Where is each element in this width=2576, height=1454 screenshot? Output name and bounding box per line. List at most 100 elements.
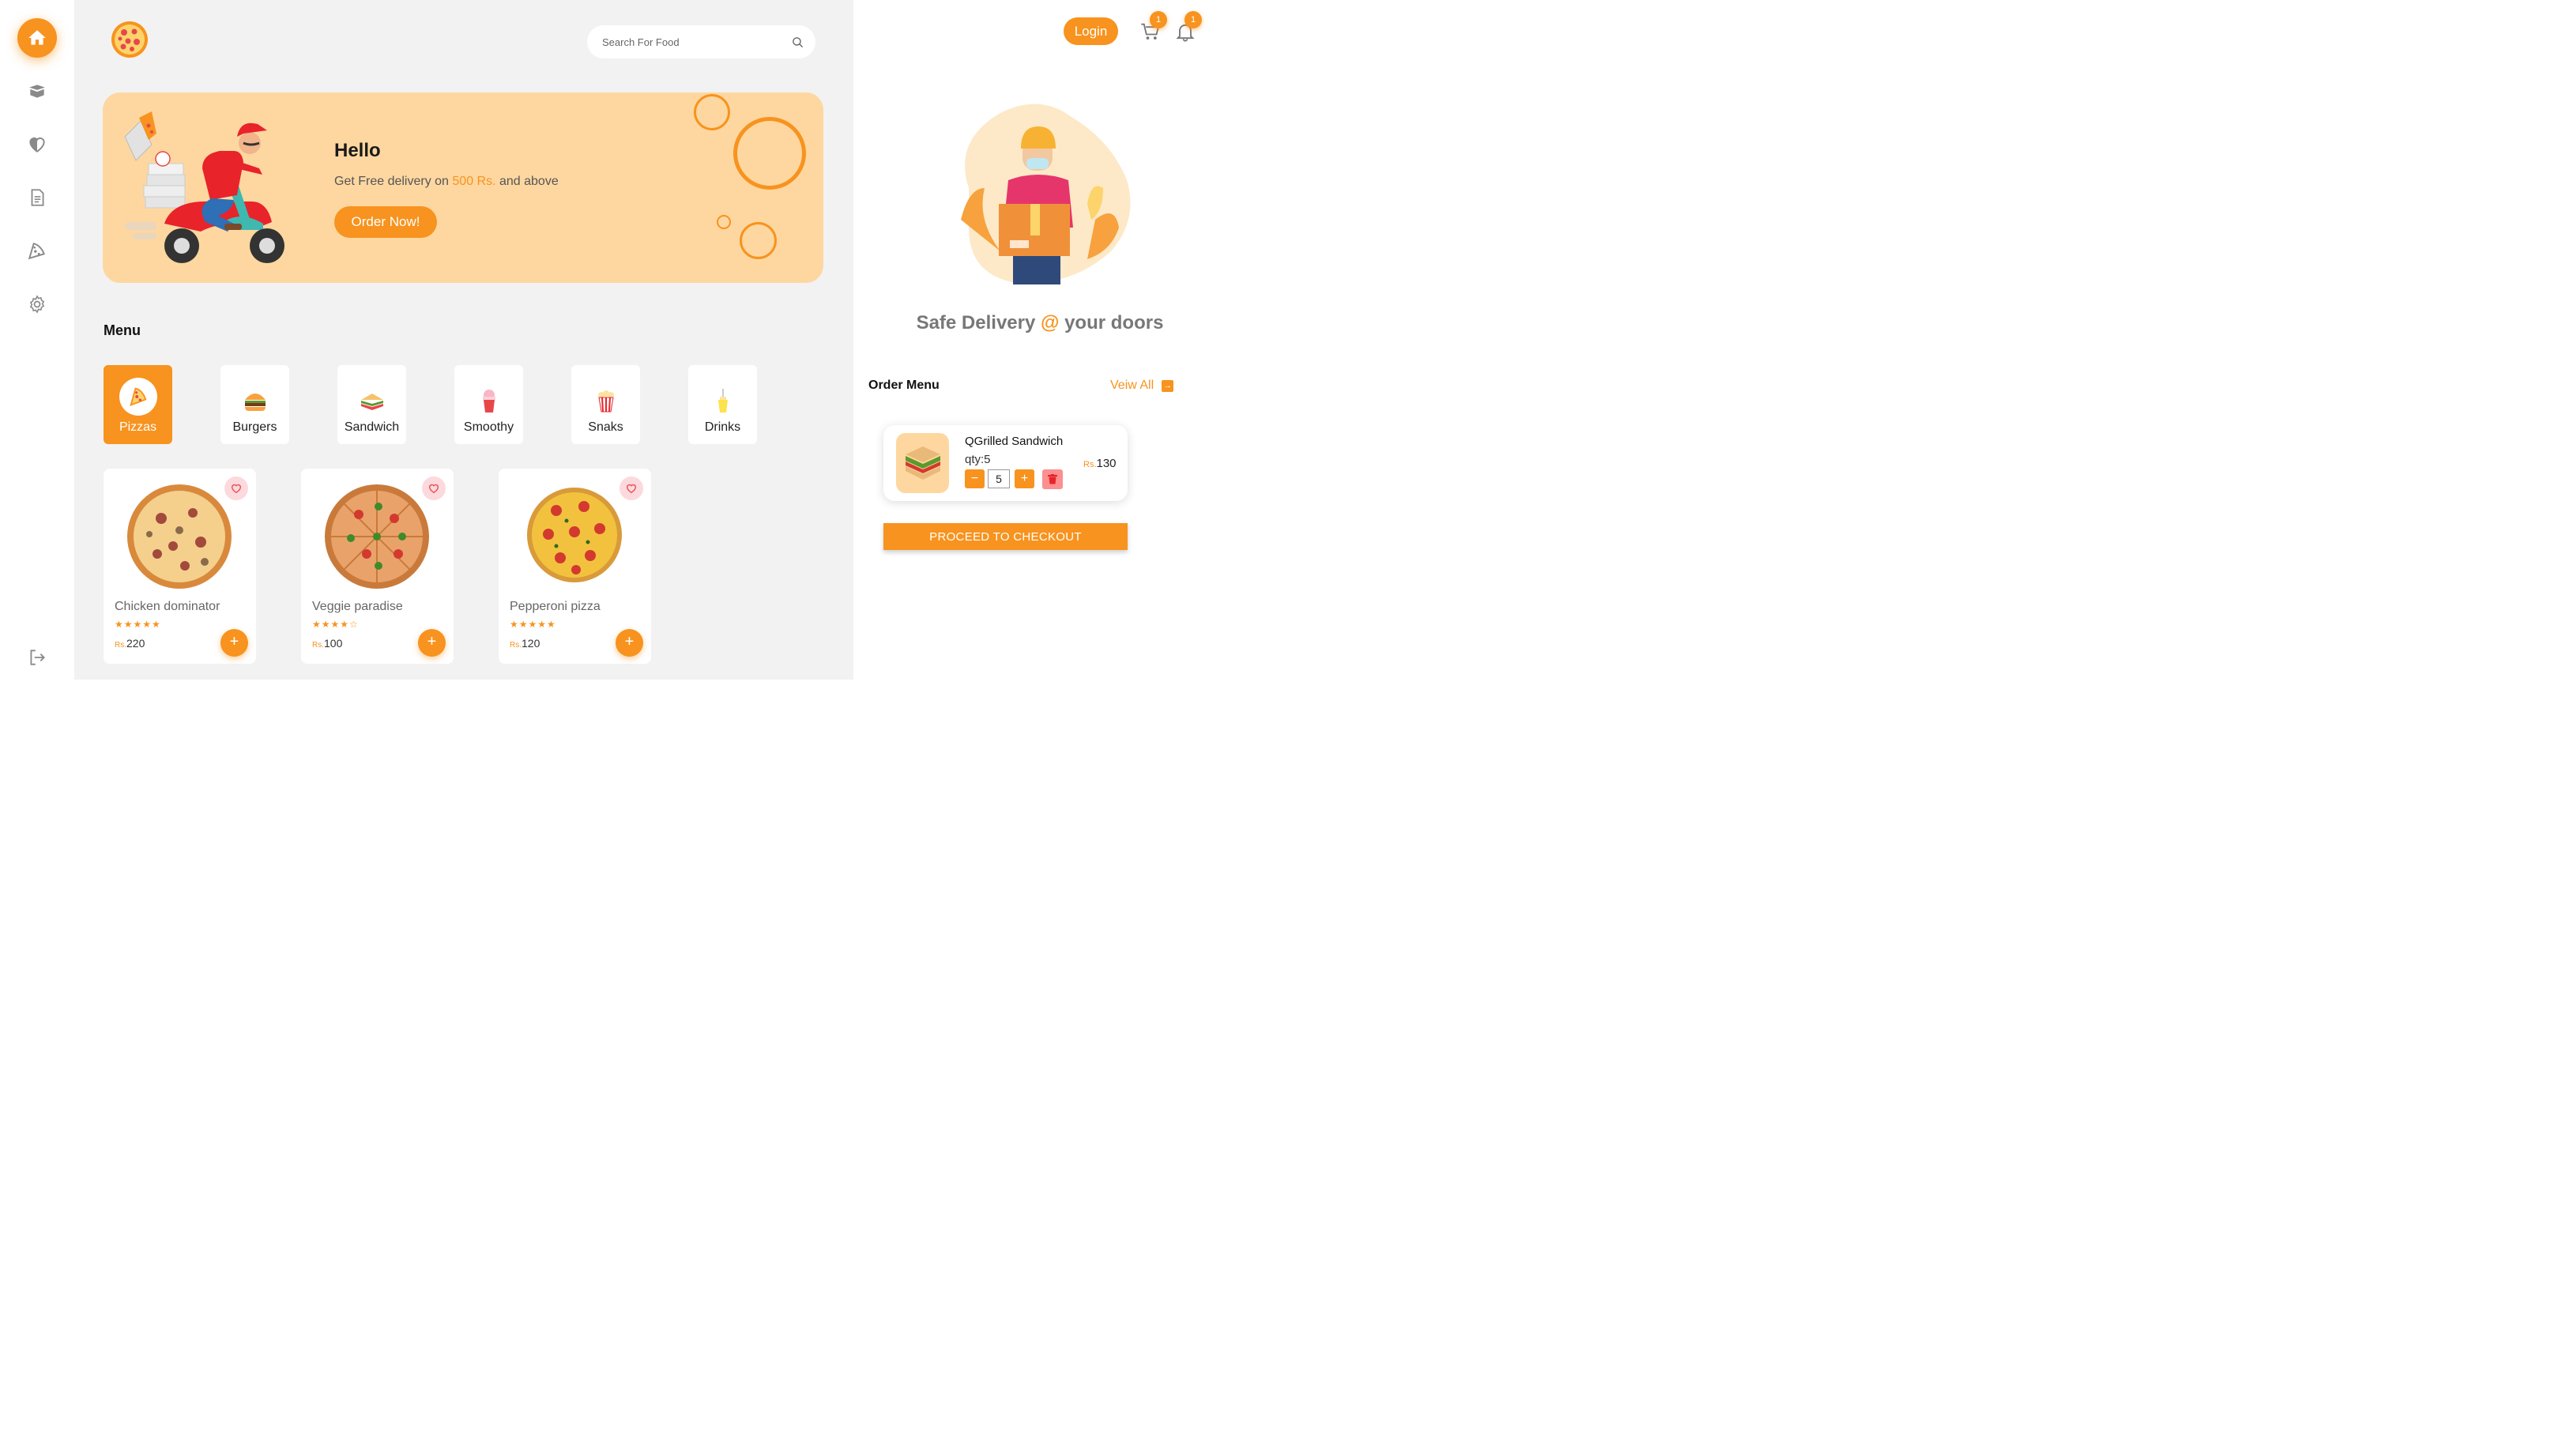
- sidebar-item-settings[interactable]: [17, 284, 57, 324]
- popcorn-icon: [587, 382, 625, 420]
- delivery-scooter-illustration: [124, 111, 284, 263]
- hero-banner: Hello Get Free delivery on 500 Rs. and a…: [103, 92, 823, 283]
- currency: Rs.: [312, 641, 324, 650]
- heart-icon: [231, 484, 242, 494]
- product-card[interactable]: Chicken dominator ★★★★★ Rs.220 +: [104, 469, 256, 664]
- product-price: Rs.120: [510, 637, 540, 650]
- pizza-image: [127, 484, 232, 589]
- gear-icon: [29, 295, 45, 314]
- pizza-logo[interactable]: [111, 21, 149, 58]
- view-all-link[interactable]: Veiw All →: [1110, 379, 1174, 393]
- category-sandwich[interactable]: Sandwich: [337, 365, 406, 444]
- price-value: 120: [522, 637, 540, 650]
- category-label: Sandwich: [344, 420, 400, 434]
- price-value: 100: [324, 637, 343, 650]
- favorite-button[interactable]: [422, 477, 446, 500]
- category-smoothy[interactable]: Smoothy: [454, 365, 523, 444]
- sidebar-item-home[interactable]: [17, 18, 57, 58]
- price-value: 220: [126, 637, 145, 650]
- logout-button[interactable]: [17, 638, 57, 677]
- add-to-cart-button[interactable]: +: [220, 629, 248, 657]
- heart-icon: [626, 484, 637, 494]
- product-name: Chicken dominator: [115, 600, 220, 613]
- safe-delivery-illustration: [961, 104, 1131, 284]
- product-card[interactable]: Veggie paradise ★★★★☆ Rs.100 +: [301, 469, 454, 664]
- product-name: Pepperoni pizza: [510, 600, 601, 613]
- sidebar-item-orders[interactable]: [17, 71, 57, 111]
- drink-icon: [704, 382, 742, 420]
- search-input[interactable]: [602, 36, 791, 48]
- order-item-thumbnail: [896, 433, 949, 493]
- delete-item-button[interactable]: [1042, 469, 1063, 489]
- category-pizzas[interactable]: Pizzas: [104, 365, 172, 444]
- pizza-image: [325, 484, 429, 589]
- tagline-text: Safe Delivery: [916, 312, 1041, 333]
- product-rating: ★★★★★: [115, 619, 161, 630]
- order-item-price: Rs.130: [1083, 457, 1117, 470]
- menu-title: Menu: [104, 322, 141, 338]
- favorite-button[interactable]: [620, 477, 643, 500]
- order-item-name: QGrilled Sandwich: [965, 435, 1064, 448]
- decor-ring: [733, 117, 806, 190]
- order-menu-title: Order Menu: [868, 379, 940, 392]
- logout-icon: [30, 650, 45, 665]
- add-to-cart-button[interactable]: +: [418, 629, 446, 657]
- login-button[interactable]: Login: [1064, 17, 1118, 45]
- smoothy-icon: [470, 382, 508, 420]
- burger-icon: [236, 382, 274, 420]
- pizza-slice-icon: [28, 243, 45, 260]
- category-label: Drinks: [704, 420, 741, 434]
- tagline-text-end: your doors: [1059, 312, 1164, 333]
- hero-title: Hello: [334, 140, 381, 161]
- category-label: Snaks: [588, 420, 623, 434]
- sidebar: [0, 0, 74, 689]
- safe-delivery-tagline: Safe Delivery @ your doors: [853, 312, 1226, 334]
- pizza-image: [527, 488, 622, 582]
- hero-subtitle: Get Free delivery on 500 Rs. and above: [334, 175, 559, 189]
- product-card[interactable]: Pepperoni pizza ★★★★★ Rs.120 +: [499, 469, 651, 664]
- category-label: Pizzas: [119, 420, 157, 434]
- increase-qty-button[interactable]: +: [1015, 469, 1034, 488]
- checkout-button[interactable]: PROCEED TO CHECKOUT: [883, 523, 1128, 550]
- sandwich-image: [905, 446, 940, 480]
- arrow-right-icon: →: [1162, 379, 1174, 392]
- tagline-at: @: [1041, 312, 1060, 333]
- category-label: Burgers: [232, 420, 277, 434]
- search-icon[interactable]: [791, 36, 804, 49]
- home-icon: [28, 30, 46, 45]
- currency: Rs.: [115, 641, 126, 650]
- sidebar-item-pizza[interactable]: [17, 231, 57, 270]
- product-price: Rs.220: [115, 637, 145, 650]
- product-price: Rs.100: [312, 637, 342, 650]
- quantity-input[interactable]: [988, 469, 1010, 488]
- order-item-card: QGrilled Sandwich qty:5 − + Rs.130: [883, 425, 1128, 501]
- hero-sub-text: Get Free delivery on: [334, 175, 453, 188]
- heart-icon: [428, 484, 439, 494]
- decrease-qty-button[interactable]: −: [965, 469, 985, 488]
- view-all-label: Veiw All: [1110, 379, 1154, 392]
- category-label: Smoothy: [463, 420, 514, 434]
- order-item-qty-label: qty:5: [965, 453, 991, 466]
- category-burgers[interactable]: Burgers: [220, 365, 289, 444]
- price-value: 130: [1096, 457, 1117, 470]
- add-to-cart-button[interactable]: +: [616, 629, 643, 657]
- category-snaks[interactable]: Snaks: [571, 365, 640, 444]
- currency: Rs.: [1083, 460, 1097, 469]
- product-rating: ★★★★★: [510, 619, 556, 630]
- product-rating: ★★★★☆: [312, 619, 359, 630]
- box-icon: [29, 85, 45, 98]
- hero-sub-highlight: 500 Rs.: [452, 175, 496, 188]
- trash-icon: [1048, 474, 1057, 484]
- favorite-button[interactable]: [224, 477, 248, 500]
- decor-ring: [740, 222, 777, 259]
- sidebar-item-favorites[interactable]: [17, 124, 57, 164]
- main-content: Hello Get Free delivery on 500 Rs. and a…: [74, 0, 853, 680]
- sidebar-item-documents[interactable]: [17, 178, 57, 217]
- search-bar[interactable]: [587, 25, 815, 58]
- order-now-button[interactable]: Order Now!: [334, 206, 437, 238]
- product-name: Veggie paradise: [312, 600, 403, 613]
- category-drinks[interactable]: Drinks: [688, 365, 757, 444]
- decor-ring: [717, 215, 731, 229]
- decor-ring: [694, 94, 730, 130]
- cart-badge: 1: [1150, 11, 1167, 28]
